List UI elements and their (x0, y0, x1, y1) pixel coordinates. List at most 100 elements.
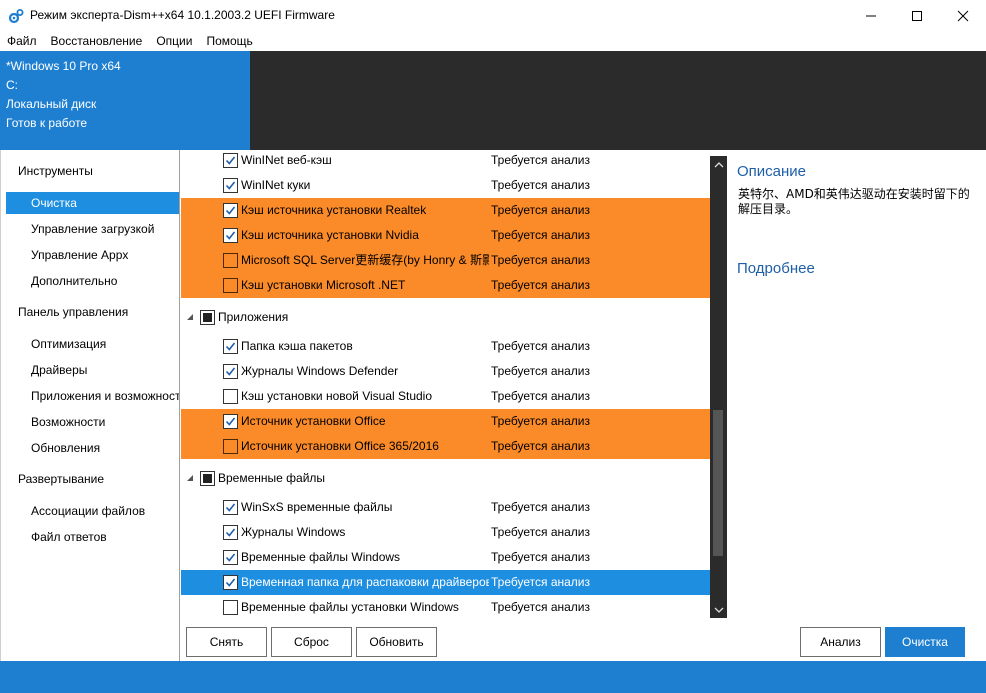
list-item[interactable]: Кэш источника установки Nvidia Требуется… (181, 223, 710, 248)
item-label: Временная папка для распаковки драйверов (241, 575, 489, 589)
list-item[interactable]: Источник установки Office 365/2016 Требу… (181, 434, 710, 459)
scroll-up-button[interactable] (710, 156, 727, 173)
group-temp-files[interactable]: Временные файлы (181, 464, 710, 492)
maximize-button[interactable] (894, 0, 940, 31)
sidebar-item-answer-file[interactable]: Файл ответов (6, 526, 179, 548)
sidebar-item-updates[interactable]: Обновления (6, 437, 179, 459)
drive-letter: C: (6, 78, 18, 92)
description-panel: Описание 英特尔、AMD和英伟达驱动在安装时留下的解压目录。 Подро… (728, 150, 986, 661)
group-label: Временные файлы (218, 471, 326, 485)
item-label: Кэш источника установки Realtek (241, 203, 427, 217)
menu-help[interactable]: Помощь (199, 31, 259, 51)
item-label: Папка кэша пакетов (241, 339, 353, 353)
list-item[interactable]: WinINet куки Требуется анализ (181, 173, 710, 198)
checkbox[interactable] (223, 575, 238, 590)
checkbox[interactable] (223, 228, 238, 243)
item-status: Требуется анализ (491, 153, 590, 167)
analyze-button[interactable]: Анализ (800, 627, 881, 657)
list-item[interactable]: Журналы Windows Требуется анализ (181, 520, 710, 545)
description-title: Описание (737, 163, 807, 180)
item-status: Требуется анализ (491, 600, 590, 614)
list-item[interactable]: WinSxS временные файлы Требуется анализ (181, 495, 710, 520)
scroll-thumb[interactable] (713, 410, 723, 556)
group-applications[interactable]: Приложения (181, 303, 710, 331)
item-status: Требуется анализ (491, 203, 590, 217)
sidebar-item-appx[interactable]: Управление Appx (6, 244, 179, 266)
item-status: Требуется анализ (491, 278, 590, 292)
item-label: Журналы Windows (241, 525, 346, 539)
close-button[interactable] (940, 0, 986, 31)
checkbox[interactable] (223, 525, 238, 540)
checkbox[interactable] (223, 389, 238, 404)
sidebar-item-boot-manager[interactable]: Управление загрузкой (6, 218, 179, 240)
description-text: 英特尔、AMD和英伟达驱动在安装时留下的解压目录。 (738, 187, 970, 216)
expand-arrow-icon[interactable] (186, 313, 194, 321)
list-item[interactable]: Временные файлы Windows Требуется анализ (181, 545, 710, 570)
menu-bar: Файл Восстановление Опции Помощь (0, 31, 986, 51)
group-checkbox[interactable] (200, 471, 215, 486)
scroll-down-button[interactable] (710, 601, 727, 618)
sidebar-item-optimization[interactable]: Оптимизация (6, 333, 179, 355)
more-info-link[interactable]: Подробнее (737, 260, 815, 277)
list-item[interactable]: Временные файлы установки Windows Требуе… (181, 595, 710, 618)
minimize-icon (866, 15, 876, 16)
item-status: Требуется анализ (491, 439, 590, 453)
checkbox[interactable] (223, 600, 238, 615)
minimize-button[interactable] (848, 0, 894, 31)
list-scrollbar[interactable] (710, 156, 727, 618)
item-label: Кэш установки новой Visual Studio (241, 389, 433, 403)
list-item[interactable]: Кэш источника установки Realtek Требуетс… (181, 198, 710, 223)
clean-button[interactable]: Очистка (885, 627, 965, 657)
menu-recovery[interactable]: Восстановление (44, 31, 150, 51)
sidebar-item-file-associations[interactable]: Ассоциации файлов (6, 500, 179, 522)
list-item-selected[interactable]: Временная папка для распаковки драйверов… (181, 570, 710, 595)
sidebar-item-features[interactable]: Возможности (6, 411, 179, 433)
item-label: WinSxS временные файлы (241, 500, 393, 514)
item-status: Требуется анализ (491, 364, 590, 378)
menu-file[interactable]: Файл (0, 31, 44, 51)
item-status: Требуется анализ (491, 525, 590, 539)
sidebar-item-drivers[interactable]: Драйверы (6, 359, 179, 381)
uncheck-button[interactable]: Снять (186, 627, 267, 657)
item-label: Временные файлы установки Windows (241, 600, 459, 614)
list-item[interactable]: WinINet веб-кэш Требуется анализ (181, 150, 710, 173)
list-item[interactable]: Журналы Windows Defender Требуется анали… (181, 359, 710, 384)
list-item[interactable]: Кэш установки Microsoft .NET Требуется а… (181, 273, 710, 298)
checkbox[interactable] (223, 439, 238, 454)
group-checkbox[interactable] (200, 310, 215, 325)
group-label: Приложения (218, 310, 289, 324)
reset-button[interactable]: Сброс (271, 627, 352, 657)
checkbox[interactable] (223, 364, 238, 379)
list-item[interactable]: Папка кэша пакетов Требуется анализ (181, 334, 710, 359)
checkbox[interactable] (223, 339, 238, 354)
item-label: Кэш установки Microsoft .NET (241, 278, 406, 292)
refresh-button[interactable]: Обновить (356, 627, 437, 657)
checkbox[interactable] (223, 253, 238, 268)
checkbox[interactable] (223, 178, 238, 193)
sidebar: Инструменты Очистка Управление загрузкой… (0, 150, 180, 661)
disk-type: Локальный диск (6, 97, 97, 111)
item-status: Требуется анализ (491, 339, 590, 353)
list-item[interactable]: Microsoft SQL Server更新缓存(by Honry & 斯影) … (181, 248, 710, 273)
sidebar-item-cleanup[interactable]: Очистка (6, 192, 179, 214)
image-info-panel[interactable]: *Windows 10 Pro x64 C: Локальный диск Го… (0, 51, 250, 150)
checkbox[interactable] (223, 278, 238, 293)
checkbox[interactable] (223, 550, 238, 565)
menu-options[interactable]: Опции (149, 31, 199, 51)
sidebar-item-advanced[interactable]: Дополнительно (6, 270, 179, 292)
list-item[interactable]: Кэш установки новой Visual Studio Требуе… (181, 384, 710, 409)
sidebar-group-control-panel: Панель управления (18, 305, 129, 319)
session-status: Готов к работе (6, 116, 88, 130)
checkbox[interactable] (223, 153, 238, 168)
sidebar-group-deployment: Развертывание (18, 472, 105, 486)
window-title: Режим эксперта-Dism++x64 10.1.2003.2 UEF… (30, 8, 335, 22)
sidebar-item-apps[interactable]: Приложения и возможности (6, 385, 179, 407)
expand-arrow-icon[interactable] (186, 474, 194, 482)
header-dark-area (250, 51, 986, 150)
item-status: Требуется анализ (491, 500, 590, 514)
checkbox[interactable] (223, 500, 238, 515)
list-item[interactable]: Источник установки Office Требуется анал… (181, 409, 710, 434)
checkbox[interactable] (223, 414, 238, 429)
checkbox[interactable] (223, 203, 238, 218)
cleanup-list: WinINet веб-кэш Требуется анализ WinINet… (181, 150, 710, 618)
